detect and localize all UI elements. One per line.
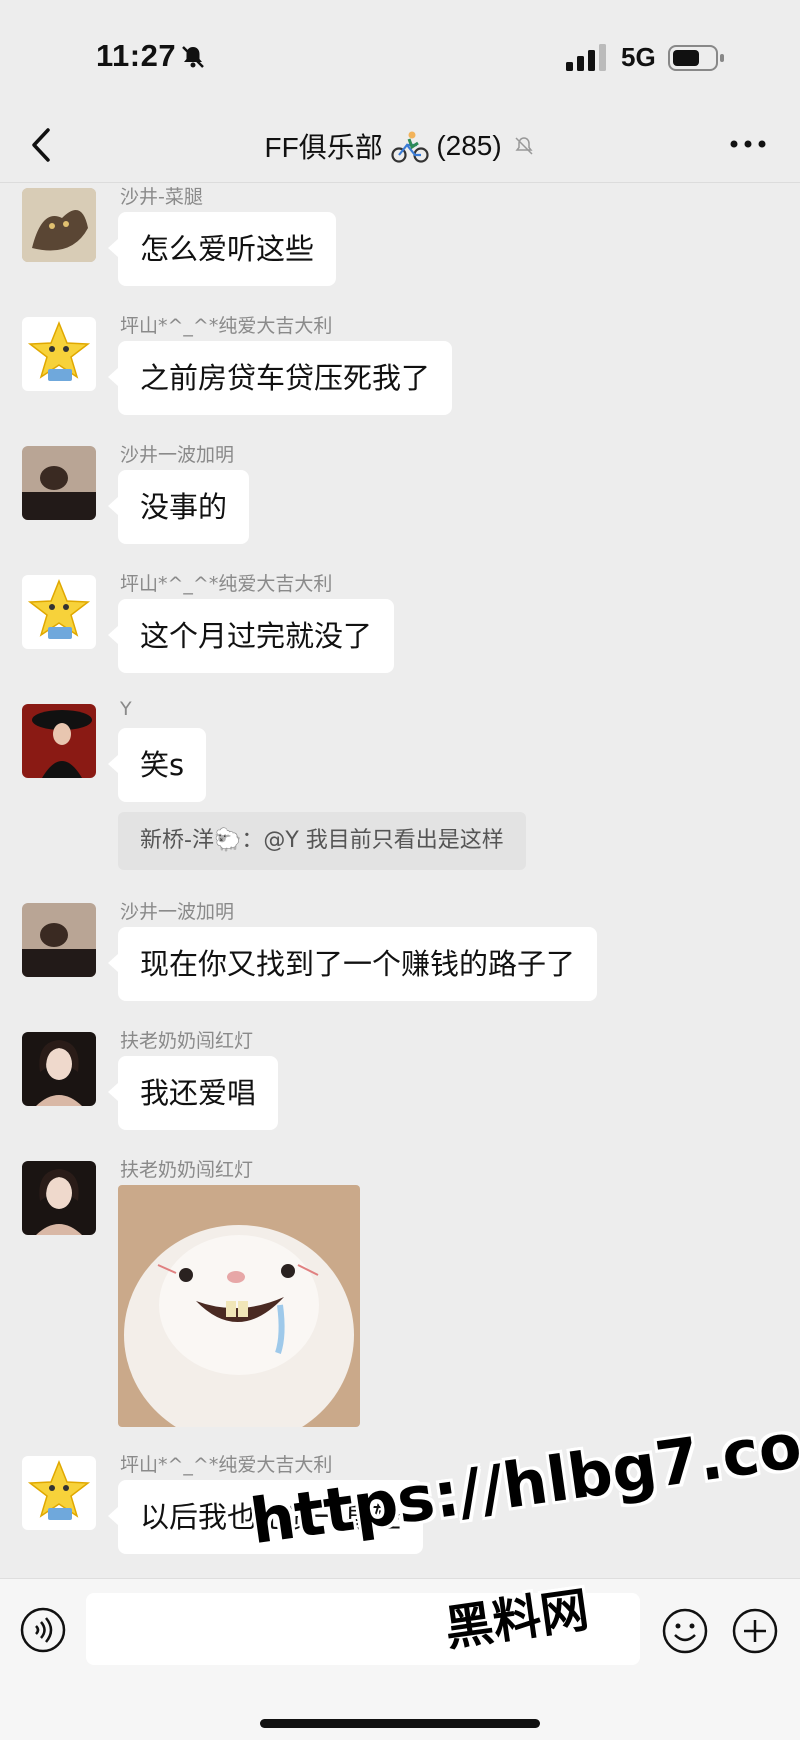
chat-header: FF俱乐部 (285) xyxy=(0,112,800,183)
signal-icon xyxy=(566,44,606,71)
member-count: (285) xyxy=(436,130,502,161)
star-avatar[interactable] xyxy=(22,575,96,649)
sender-name: 坪山*^_^*纯爱大吉大利 xyxy=(120,1454,333,1476)
bell-off-icon xyxy=(182,46,204,68)
cyclist-emoji-icon xyxy=(390,131,429,163)
sleeping-man-avatar[interactable] xyxy=(22,903,96,977)
status-time: 11:27 xyxy=(96,38,177,73)
quoted-reply[interactable]: 新桥-洋🐑：@Y 我目前只看出是这样 xyxy=(118,812,526,870)
sheep-emoji-icon: 🐑 xyxy=(213,828,242,853)
sender-name: 沙井一波加明 xyxy=(120,444,235,466)
star-avatar[interactable] xyxy=(22,317,96,391)
woman-portrait-avatar[interactable] xyxy=(22,1032,96,1106)
quote-text: ：@Y 我目前只看出是这样 xyxy=(241,828,504,853)
status-bar: 11:27 5G xyxy=(0,0,800,120)
message-bubble[interactable]: 现在你又找到了一个赚钱的路子了 xyxy=(107,927,598,1001)
quote-author: 新桥-洋 xyxy=(140,828,214,853)
message-bubble[interactable]: 笑s xyxy=(107,728,207,802)
message-bubble[interactable]: 这个月过完就没了 xyxy=(107,599,395,673)
more-options-icon[interactable] xyxy=(728,138,768,150)
group-name: FF俱乐部 xyxy=(264,132,383,163)
home-indicator xyxy=(260,1719,540,1728)
emoji-icon[interactable] xyxy=(661,1607,709,1655)
message-bubble[interactable]: 没事的 xyxy=(107,470,250,544)
sender-name: 坪山*^_^*纯爱大吉大利 xyxy=(120,315,333,337)
voice-input-icon[interactable] xyxy=(20,1607,66,1653)
sender-name: 坪山*^_^*纯爱大吉大利 xyxy=(120,573,333,595)
input-bar xyxy=(0,1578,800,1740)
sender-name: 沙井一波加明 xyxy=(120,901,235,923)
star-avatar[interactable] xyxy=(22,1456,96,1530)
cat-avatar[interactable] xyxy=(22,188,96,262)
sender-name: Y xyxy=(120,698,132,720)
sleeping-man-avatar[interactable] xyxy=(22,446,96,520)
woman-portrait-avatar[interactable] xyxy=(22,1161,96,1235)
sender-name: 扶老奶奶闯红灯 xyxy=(120,1159,254,1181)
network-type: 5G xyxy=(621,42,656,72)
woman-red-avatar[interactable] xyxy=(22,704,96,778)
sender-name: 扶老奶奶闯红灯 xyxy=(120,1030,254,1052)
message-bubble[interactable]: 我还爱唱 xyxy=(107,1056,279,1130)
message-bubble[interactable]: 之前房贷车贷压死我了 xyxy=(107,341,453,415)
sender-name: 沙井-菜腿 xyxy=(120,186,203,208)
chat-title: FF俱乐部 (285) xyxy=(0,126,800,166)
message-bubble[interactable]: 怎么爱听这些 xyxy=(107,212,337,286)
add-more-icon[interactable] xyxy=(731,1607,779,1655)
battery-icon xyxy=(668,45,724,71)
hamster-sticker[interactable] xyxy=(118,1185,360,1427)
mute-icon xyxy=(515,137,534,155)
